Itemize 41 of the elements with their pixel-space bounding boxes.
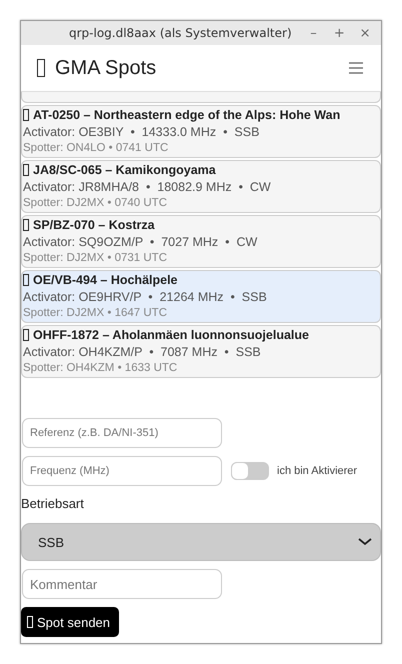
spot-activator: Activator: OE3BIY • 14333.0 MHz • SSB xyxy=(23,125,260,139)
activator-toggle[interactable] xyxy=(231,462,269,480)
spot-spotter: Spotter: OH4KZM • 1633 UTC xyxy=(23,362,178,374)
spot-spotter: Spotter: DJ2MX • 0731 UTC xyxy=(23,252,168,264)
spot-card[interactable]: OE/VB-494 – Hochälpele Activator: OE9HRV/P • 21264 MHz • SSB Spotter: DJ2MX • 1647 UTC xyxy=(21,270,381,323)
spot-card[interactable]: OHFF-1872 – Aholanmäen luonnonsuojelualue Activator: OH4KZM/P • 7087 MHz • SSB Spotter: OH4KZM • 1633 UTC xyxy=(21,325,381,378)
chevron-down-icon xyxy=(358,538,372,546)
spot-activator: Activator: SQ9OZM/P • 7027 MHz • CW xyxy=(23,235,258,249)
reference-field[interactable]: Referenz (z.B. DA/NI-351) xyxy=(22,418,222,448)
spot-card[interactable]: JA8/SC-065 – Kamikongoyama Activator: JR8MHA/8 • 18082.9 MHz • CW Spotter: DJ2MX • 0740 UTC xyxy=(21,160,381,213)
spot-activator: Activator: OH4KZM/P • 7087 MHz • SSB xyxy=(23,345,262,359)
spot-reference: OE/VB-494 – Hochälpele xyxy=(33,273,178,287)
missing-glyph-icon xyxy=(23,274,29,286)
send-spot-button[interactable]: Spot senden xyxy=(21,607,120,637)
missing-glyph-icon xyxy=(23,219,29,231)
window-title: qrp-log.dl8aax (als Systemverwalter) xyxy=(69,26,292,40)
spot-reference: OHFF-1872 – Aholanmäen luonnonsuojelualue xyxy=(33,328,309,342)
missing-glyph-icon xyxy=(23,164,29,176)
spot-spotter: Spotter: ON4LO • 0741 UTC xyxy=(23,142,170,154)
missing-glyph-icon xyxy=(23,329,29,341)
spot-reference: JA8/SC-065 – Kamikongoyama xyxy=(33,163,216,177)
toggle-label: ich bin Aktivierer xyxy=(277,465,358,477)
spot-activator: Activator: OE9HRV/P • 21264 MHz • SSB xyxy=(23,290,268,304)
menu-icon[interactable] xyxy=(349,62,363,74)
spot-activator: Activator: JR8MHA/8 • 18082.9 MHz • CW xyxy=(23,180,272,194)
spot-card[interactable]: AT-0250 – Northeastern edge of the Alps: Hohe Wan Activator: OE3BIY • 14333.0 MHz • SSB Spotter: ON4LO • 0741 UTC xyxy=(21,105,381,158)
window-control[interactable]: + xyxy=(329,26,350,40)
missing-glyph-icon xyxy=(37,59,45,77)
spot-card[interactable]: SP/BZ-070 – Kostrza Activator: SQ9OZM/P • 7027 MHz • CW Spotter: DJ2MX • 0731 UTC xyxy=(21,215,381,268)
spot-reference: SP/BZ-070 – Kostrza xyxy=(33,218,155,232)
spot-reference: AT-0250 – Northeastern edge of the Alps: Hohe Wan xyxy=(33,108,340,122)
window-control[interactable]: – xyxy=(304,26,324,40)
frequency-field[interactable]: Frequenz (MHz) xyxy=(22,456,222,486)
missing-glyph-icon xyxy=(23,109,29,121)
spot-spotter: Spotter: DJ2MX • 1647 UTC xyxy=(23,307,168,319)
mode-label: Betriebsart xyxy=(21,496,84,511)
window-control[interactable]: × xyxy=(355,26,376,40)
comment-field[interactable]: Kommentar xyxy=(22,569,222,599)
mode-select[interactable]: SSB xyxy=(21,523,381,561)
spot-spotter: Spotter: DJ2MX • 0740 UTC xyxy=(23,197,168,209)
app-title: GMA Spots xyxy=(55,56,156,80)
